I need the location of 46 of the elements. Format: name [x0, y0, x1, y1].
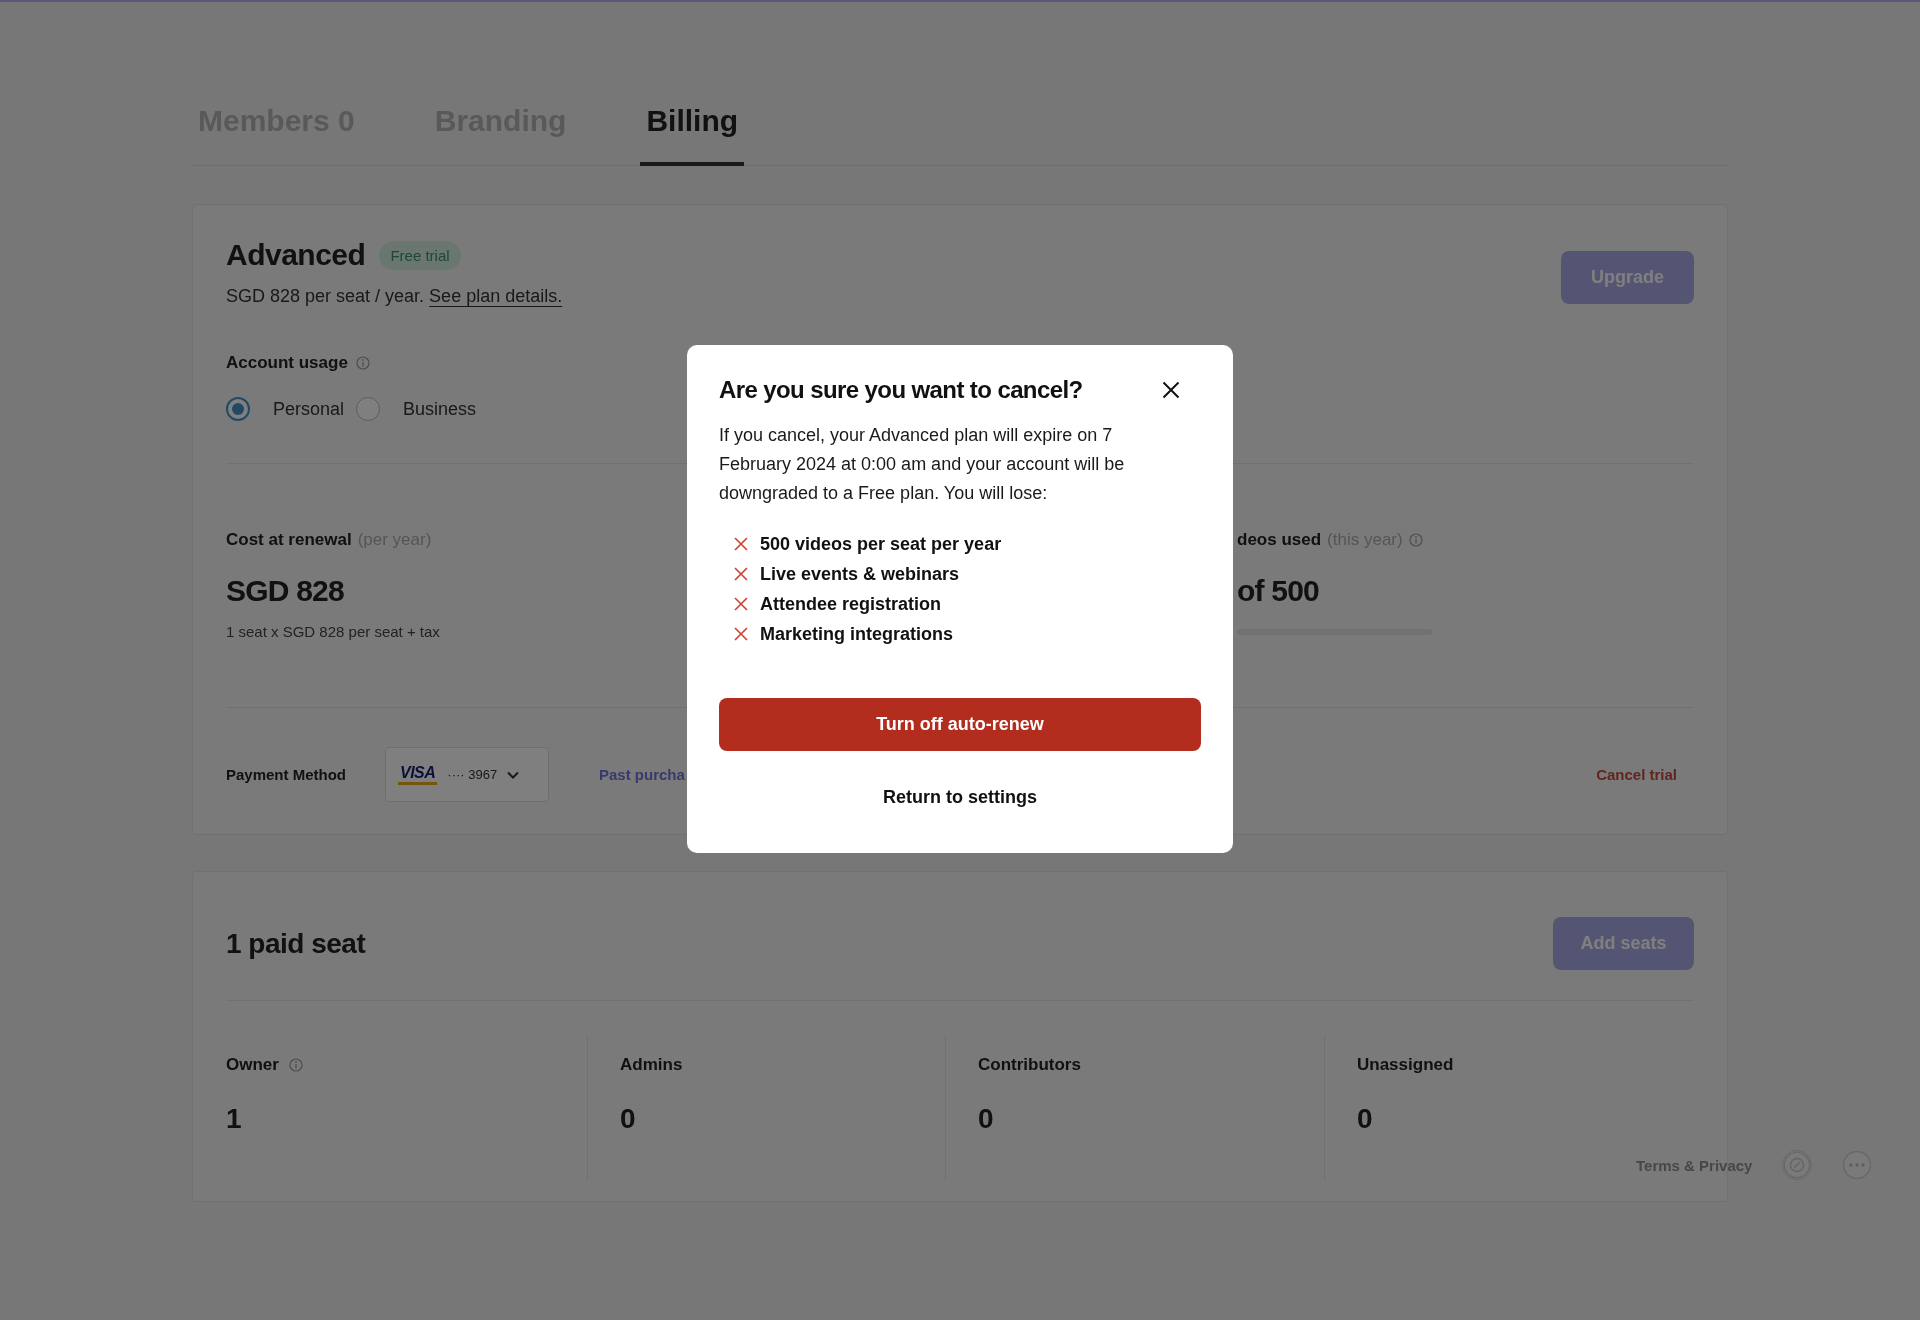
past-purchases-link[interactable]: Past purcha — [599, 766, 685, 783]
radio-button[interactable] — [226, 397, 250, 421]
stat-value: 0 — [978, 1103, 995, 1135]
stat-value: 1 — [226, 1103, 243, 1135]
stat-label: Admins — [620, 1055, 683, 1075]
chevron-down-icon — [507, 770, 520, 779]
radio-label: Personal — [273, 398, 345, 420]
stat-value: 0 — [1357, 1103, 1374, 1135]
stat-value: 0 — [620, 1103, 637, 1135]
lost-feature: Live events & webinars — [760, 563, 960, 585]
status-badge: Free trial — [379, 240, 461, 270]
cost-amount: SGD 828 — [226, 573, 344, 609]
cross-icon — [734, 537, 748, 551]
stat-label: Contributors — [978, 1055, 1081, 1075]
lost-feature: Marketing integrations — [760, 623, 954, 645]
radio-label: Business — [403, 398, 477, 420]
payment-method-label: Payment Method — [226, 766, 347, 783]
stat-label: Owner — [226, 1055, 279, 1075]
more-options-icon[interactable] — [1842, 1150, 1873, 1180]
cross-icon — [734, 567, 748, 581]
plan-price: SGD 828 per seat / year. See plan details. — [226, 285, 563, 307]
modal-title: Are you sure you want to cancel? — [719, 375, 1083, 405]
cross-icon — [734, 627, 748, 641]
turn-off-auto-renew-button[interactable]: Turn off auto-renew — [719, 698, 1201, 751]
info-icon — [1408, 533, 1423, 547]
lost-feature: 500 videos per seat per year — [760, 533, 1002, 555]
videos-used-label: deos used — [1237, 530, 1322, 550]
cancel-trial-link[interactable]: Cancel trial — [1596, 766, 1677, 783]
modal-message: If you cancel, your Advanced plan will expire on 7 February 2024 at 0:00 am and your account will be downgraded to a Free plan. You will lose: — [719, 424, 1126, 505]
plan-name: Advanced — [226, 237, 366, 273]
cost-detail: 1 seat x SGD 828 per seat + tax — [226, 623, 440, 641]
videos-amount: of 500 — [1237, 573, 1320, 609]
lost-feature: Attendee registration — [760, 593, 942, 615]
info-icon — [355, 356, 370, 370]
seats-title: 1 paid seat — [226, 927, 366, 960]
cost-label: Cost at renewal — [226, 530, 352, 550]
stat-label: Unassigned — [1357, 1055, 1454, 1075]
return-to-settings-button[interactable]: Return to settings — [875, 779, 1045, 815]
payment-card-select[interactable]: VISA ···· 3967 — [385, 747, 549, 802]
tab[interactable]: Billing — [640, 104, 745, 166]
radio-button[interactable] — [356, 397, 381, 421]
close-icon — [1162, 381, 1180, 399]
cross-icon — [734, 597, 748, 611]
account-usage-label: Account usage — [226, 353, 348, 373]
plan-details-link[interactable]: See plan details. — [429, 286, 563, 306]
card-brand-logo: VISA — [398, 764, 438, 785]
